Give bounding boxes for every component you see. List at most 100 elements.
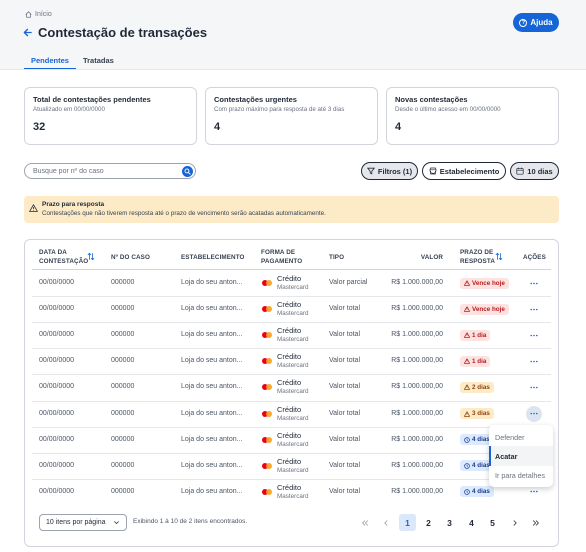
more-icon bbox=[530, 334, 538, 337]
header-line: PAGAMENTO bbox=[261, 258, 303, 265]
column-header-date[interactable]: DATA DA CONTESTAÇÃO bbox=[39, 248, 88, 266]
cell-payment: Crédito Mastercard bbox=[262, 352, 309, 370]
back-arrow-icon[interactable] bbox=[23, 28, 32, 37]
clock-icon bbox=[464, 436, 470, 443]
column-header-store: ESTABELECIMENTO bbox=[181, 254, 245, 261]
breadcrumb-home-link[interactable]: Início bbox=[35, 11, 52, 18]
card-value: 32 bbox=[33, 121, 46, 133]
calendar-icon bbox=[516, 167, 524, 175]
card-title: Novas contestações bbox=[395, 95, 468, 104]
sort-icon[interactable] bbox=[87, 252, 95, 261]
sort-icon[interactable] bbox=[495, 252, 503, 261]
cell-case: 000000 bbox=[111, 383, 135, 391]
warning-icon bbox=[464, 332, 470, 338]
header-line: RESPOSTA bbox=[460, 258, 495, 265]
filters-button[interactable]: Filtros (1) bbox=[361, 162, 418, 180]
last-page-button[interactable] bbox=[527, 514, 544, 531]
payment-method: Crédito bbox=[277, 326, 302, 336]
items-per-page-label: 10 itens por página bbox=[46, 519, 106, 526]
cell-date: 00/00/0000 bbox=[39, 305, 75, 313]
items-per-page-select[interactable]: 10 itens por página bbox=[39, 514, 127, 531]
more-icon bbox=[530, 386, 538, 389]
cell-type: Valor total bbox=[329, 409, 360, 417]
page-title: Contestação de transações bbox=[38, 25, 208, 40]
cell-type: Valor total bbox=[329, 357, 360, 365]
row-actions-button[interactable] bbox=[526, 405, 542, 422]
help-button-label: Ajuda bbox=[530, 18, 553, 27]
deadline-label: 4 dias bbox=[472, 488, 490, 496]
date-filter-button[interactable]: 10 dias bbox=[510, 162, 559, 180]
page-3-button[interactable]: 3 bbox=[441, 514, 458, 531]
tab-tratadas[interactable]: Tratadas bbox=[76, 52, 121, 70]
deadline-label: Vence hoje bbox=[472, 305, 505, 313]
tabs: Pendentes Tratadas bbox=[24, 52, 121, 70]
clock-icon bbox=[464, 489, 470, 495]
card-urgentes: Contestações urgentes Com prazo máximo p… bbox=[205, 87, 378, 145]
card-title: Contestações urgentes bbox=[214, 95, 297, 104]
deadline-badge: 1 dia bbox=[460, 355, 491, 367]
search-input[interactable] bbox=[33, 166, 173, 177]
column-header-case: Nº DO CASO bbox=[111, 254, 150, 261]
page-1-button[interactable]: 1 bbox=[399, 514, 416, 531]
tab-pendentes[interactable]: Pendentes bbox=[24, 52, 76, 70]
chevron-down-icon bbox=[114, 521, 119, 525]
chevron-right-icon bbox=[512, 519, 517, 526]
help-icon: ? bbox=[519, 18, 528, 27]
search-button[interactable] bbox=[182, 166, 193, 177]
row-divider bbox=[32, 452, 551, 454]
mastercard-icon bbox=[262, 358, 272, 365]
prev-page-button[interactable] bbox=[377, 514, 394, 531]
cell-type: Valor total bbox=[329, 305, 360, 313]
tabs-divider bbox=[0, 69, 586, 70]
cell-value: R$ 1.000.000,00 bbox=[391, 435, 443, 443]
cell-case: 000000 bbox=[111, 357, 135, 365]
row-divider bbox=[32, 400, 551, 402]
cell-date: 00/00/0000 bbox=[39, 357, 75, 365]
page-4-button[interactable]: 4 bbox=[463, 514, 480, 531]
menu-item-defender[interactable]: Defender bbox=[489, 427, 553, 447]
mastercard-icon bbox=[262, 410, 272, 417]
page: Início Contestação de transações ? Ajuda… bbox=[0, 0, 586, 552]
page-2-button[interactable]: 2 bbox=[420, 514, 437, 531]
search-icon bbox=[184, 168, 191, 175]
next-page-button[interactable] bbox=[506, 514, 523, 531]
cell-store: Loja do seu anton... bbox=[181, 435, 243, 443]
deadline-badge: 1 dia bbox=[460, 329, 491, 341]
cell-store: Loja do seu anton... bbox=[181, 305, 243, 313]
mastercard-icon bbox=[262, 306, 272, 313]
card-brand: Mastercard bbox=[277, 284, 309, 292]
alert-text: Contestações que não tiverem resposta at… bbox=[42, 210, 326, 217]
store-filter-button[interactable]: Estabelecimento bbox=[422, 162, 506, 180]
breadcrumb[interactable]: Início bbox=[25, 11, 52, 18]
deadline-label: 3 dias bbox=[472, 410, 490, 418]
home-icon bbox=[25, 11, 32, 18]
mastercard-icon bbox=[262, 436, 272, 443]
cell-case: 000000 bbox=[111, 435, 135, 443]
cell-value: R$ 1.000.000,00 bbox=[391, 357, 443, 365]
column-header-deadline[interactable]: PRAZO DE RESPOSTA bbox=[460, 248, 495, 266]
menu-item-acatar[interactable]: Acatar bbox=[489, 446, 553, 466]
warning-icon bbox=[464, 306, 470, 312]
row-actions-button[interactable] bbox=[526, 275, 542, 291]
cell-type: Valor total bbox=[329, 487, 360, 495]
cell-type: Valor parcial bbox=[329, 279, 368, 287]
help-button[interactable]: ? Ajuda bbox=[513, 13, 559, 32]
menu-item-details[interactable]: Ir para detalhes bbox=[489, 465, 553, 485]
card-value: 4 bbox=[395, 121, 402, 133]
header-line: DATA DA bbox=[39, 249, 67, 256]
page-5-button[interactable]: 5 bbox=[484, 514, 501, 531]
cell-payment: Crédito Mastercard bbox=[262, 378, 309, 396]
alert-title: Prazo para resposta bbox=[42, 201, 105, 208]
cell-type: Valor total bbox=[329, 331, 360, 339]
row-divider bbox=[32, 348, 551, 350]
card-value: 4 bbox=[214, 121, 221, 133]
cell-date: 00/00/0000 bbox=[39, 487, 75, 495]
cell-date: 00/00/0000 bbox=[39, 435, 75, 443]
filters-button-label: Filtros (1) bbox=[377, 166, 413, 176]
mastercard-icon bbox=[262, 462, 272, 469]
cell-value: R$ 1.000.000,00 bbox=[391, 279, 443, 287]
card-brand: Mastercard bbox=[277, 388, 309, 396]
first-page-button[interactable] bbox=[356, 514, 373, 531]
cell-payment: Crédito Mastercard bbox=[262, 326, 309, 344]
payment-method: Crédito bbox=[277, 404, 302, 414]
